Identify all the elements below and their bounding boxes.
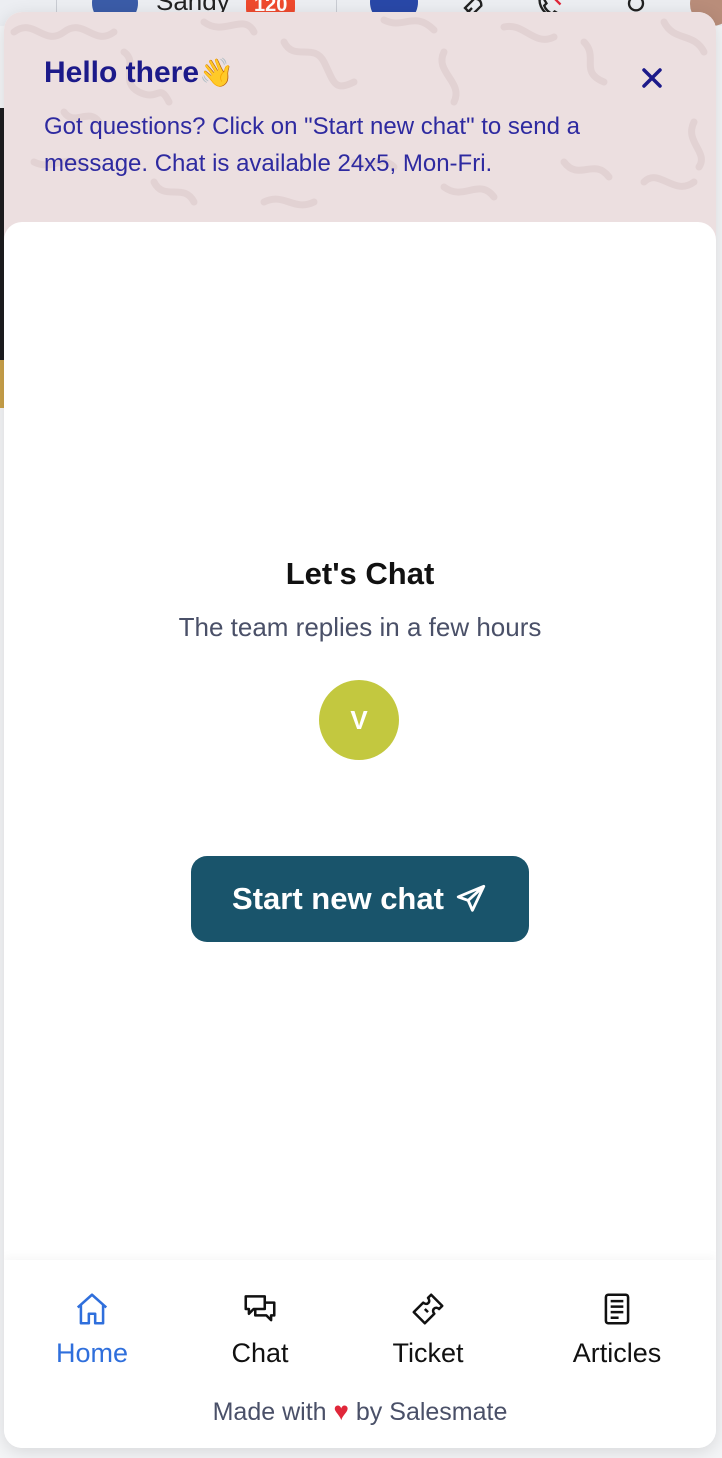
tab-chat[interactable]: Chat: [190, 1290, 330, 1380]
home-panel: Let's Chat The team replies in a few hou…: [4, 222, 716, 1262]
tab-ticket[interactable]: Ticket: [358, 1290, 498, 1380]
brand-link[interactable]: Salesmate: [389, 1398, 507, 1426]
wave-emoji: 👋: [199, 57, 234, 88]
reply-time-text: The team replies in a few hours: [178, 612, 542, 642]
chat-heading: Let's Chat: [285, 556, 435, 591]
close-icon: [642, 68, 662, 88]
widget-header: Hello there👋 Got questions? Click on "St…: [4, 12, 716, 242]
tab-ticket-label: Ticket: [392, 1338, 464, 1368]
tab-home[interactable]: Home: [22, 1290, 162, 1380]
tab-articles-label: Articles: [572, 1338, 662, 1368]
tab-articles[interactable]: Articles: [547, 1290, 687, 1380]
paper-plane-icon: [456, 884, 486, 912]
agent-avatar: V: [319, 680, 399, 760]
chat-widget: Hello there👋 Got questions? Click on "St…: [4, 12, 716, 1448]
tab-home-label: Home: [55, 1338, 129, 1368]
greeting-title: Hello there👋: [44, 56, 234, 90]
by-text: by: [355, 1398, 383, 1426]
tab-chat-label: Chat: [231, 1338, 289, 1368]
nav-tabs: Home Chat Ticket Articles: [4, 1290, 716, 1380]
bottom-navigation: Home Chat Ticket Articles Made with ♥ by…: [4, 1260, 716, 1448]
start-new-chat-button[interactable]: Start new chat: [191, 856, 529, 942]
articles-icon: [604, 1293, 630, 1325]
greeting-text: Hello there: [44, 56, 200, 89]
made-with-text: Made with: [212, 1398, 327, 1426]
greeting-message: Got questions? Click on "Start new chat"…: [44, 113, 580, 177]
chat-bubbles-icon: [244, 1295, 276, 1322]
ticket-icon: [412, 1293, 444, 1325]
close-button[interactable]: [634, 60, 670, 96]
home-icon: [76, 1293, 108, 1325]
start-new-chat-label: Start new chat: [232, 881, 444, 916]
made-with-credit: Made with ♥ by Salesmate: [4, 1396, 716, 1427]
heart-icon: ♥: [333, 1396, 349, 1426]
